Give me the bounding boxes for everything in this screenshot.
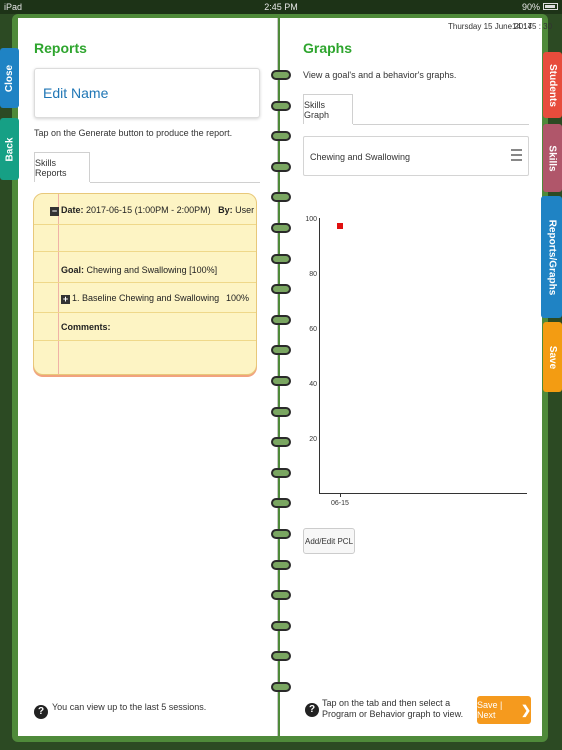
spiral-ring: [271, 161, 291, 172]
by-value: User Single: [235, 205, 256, 215]
baseline-label: 1. Baseline Chewing and Swallowing: [72, 293, 220, 303]
help-icon[interactable]: ?: [305, 703, 319, 717]
reports-graphs-tab[interactable]: Reports/Graphs: [541, 196, 562, 318]
spiral-ring: [271, 253, 291, 264]
notepad-rule: [34, 340, 256, 341]
current-clock: 14 : 45 : 30: [512, 22, 553, 31]
y-axis: [319, 218, 320, 493]
edit-name-field[interactable]: Edit Name: [34, 68, 260, 118]
goal-row: Goal: Chewing and Swallowing [100%]: [61, 265, 217, 275]
skills-chart: 100 80 60 40 20 06-15: [303, 200, 529, 520]
spiral-ring: [271, 467, 291, 478]
spiral-ring: [271, 131, 291, 142]
date-label: Date:: [61, 205, 84, 215]
notepad-rule: [34, 312, 256, 313]
battery-percent: 90%: [521, 2, 540, 12]
spiral-ring: [271, 620, 291, 631]
spiral-ring: [271, 498, 291, 509]
spiral-ring: [271, 406, 291, 417]
graphs-title: Graphs: [303, 40, 353, 56]
spiral-ring: [271, 590, 291, 601]
spiral-ring: [271, 651, 291, 662]
spiral-ring: [271, 559, 291, 570]
spiral-ring: [271, 100, 291, 111]
x-tick-mark: [340, 493, 341, 497]
save-tab[interactable]: Save: [543, 322, 562, 392]
notepad-rule: [34, 282, 256, 283]
y-tick-label: 20: [309, 436, 317, 443]
graphs-subtitle: View a goal's and a behavior's graphs.: [303, 70, 457, 80]
report-date-row: − Date: 2017-06-15 (1:00PM - 2:00PM) By: …: [50, 205, 256, 216]
report-entry-card: − Date: 2017-06-15 (1:00PM - 2:00PM) By: …: [33, 193, 257, 375]
spiral-ring: [271, 682, 291, 692]
reports-instruction: Tap on the Generate button to produce th…: [34, 128, 233, 138]
tab-underline: [353, 124, 529, 125]
notepad-margin: [58, 194, 59, 374]
tab-skills-reports-label: Skills Reports: [35, 157, 67, 178]
tab-skills-graph[interactable]: Skills Graph: [303, 94, 353, 124]
y-tick-label: 60: [309, 326, 317, 333]
y-tick-label: 80: [309, 271, 317, 278]
spiral-ring: [271, 314, 291, 325]
students-tab[interactable]: Students: [543, 52, 562, 118]
spiral-ring: [271, 192, 291, 203]
comments-label: Comments:: [61, 322, 111, 332]
status-bar: iPad 2:45 PM 90%: [0, 0, 562, 14]
goal-value: Chewing and Swallowing [100%]: [86, 265, 218, 275]
tab-skills-graph-label: Skills Graph: [304, 99, 330, 120]
notepad-rule: [34, 224, 256, 225]
y-tick-label: 100: [305, 216, 317, 223]
x-axis: [319, 493, 527, 494]
tab-skills-reports[interactable]: Skills Reports: [34, 152, 90, 182]
spiral-ring: [271, 376, 291, 386]
spiral-ring: [271, 437, 291, 448]
save-next-label: Save | Next: [477, 700, 503, 720]
save-next-button[interactable]: Save | Next ❯: [477, 696, 531, 724]
notepad-rule: [34, 251, 256, 252]
battery-icon: [543, 3, 558, 10]
goal-label: Goal:: [61, 265, 85, 275]
spiral-ring: [271, 345, 291, 356]
spiral-ring: [271, 223, 291, 233]
graphs-footer-help: Tap on the tab and then select a Program…: [322, 698, 464, 719]
date-value: 2017-06-15 (1:00PM - 2:00PM): [86, 205, 211, 215]
expand-icon[interactable]: +: [61, 295, 70, 304]
by-label: By:: [218, 205, 233, 215]
graph-selector-value: Chewing and Swallowing: [310, 152, 411, 162]
baseline-percent: 100%: [225, 293, 249, 303]
menu-icon[interactable]: [511, 149, 522, 161]
chevron-right-icon: ❯: [520, 703, 531, 717]
comments-row: Comments:: [61, 322, 111, 332]
close-tab[interactable]: Close: [0, 48, 19, 108]
help-icon[interactable]: ?: [34, 705, 48, 719]
data-point: [337, 223, 343, 230]
spiral-ring: [271, 70, 291, 80]
skills-tab[interactable]: Skills: [543, 124, 562, 192]
baseline-row: +1. Baseline Chewing and Swallowing: [61, 293, 219, 304]
add-edit-pcl-button[interactable]: Add/Edit PCL: [303, 528, 355, 554]
graph-selector[interactable]: Chewing and Swallowing: [303, 136, 529, 176]
reports-title: Reports: [34, 40, 87, 56]
left-page: [18, 18, 278, 736]
status-time: 2:45 PM: [264, 2, 298, 12]
spiral-ring: [271, 529, 291, 539]
back-tab[interactable]: Back: [0, 118, 19, 180]
tab-underline: [90, 182, 260, 183]
edit-name-label: Edit Name: [43, 85, 109, 101]
collapse-icon[interactable]: −: [50, 207, 59, 216]
y-tick-label: 40: [309, 381, 317, 388]
reports-footer-help: You can view up to the last 5 sessions.: [52, 702, 207, 712]
add-edit-pcl-label: Add/Edit PCL: [304, 536, 354, 546]
x-tick-label: 06-15: [331, 500, 349, 507]
spiral-ring: [271, 284, 291, 295]
